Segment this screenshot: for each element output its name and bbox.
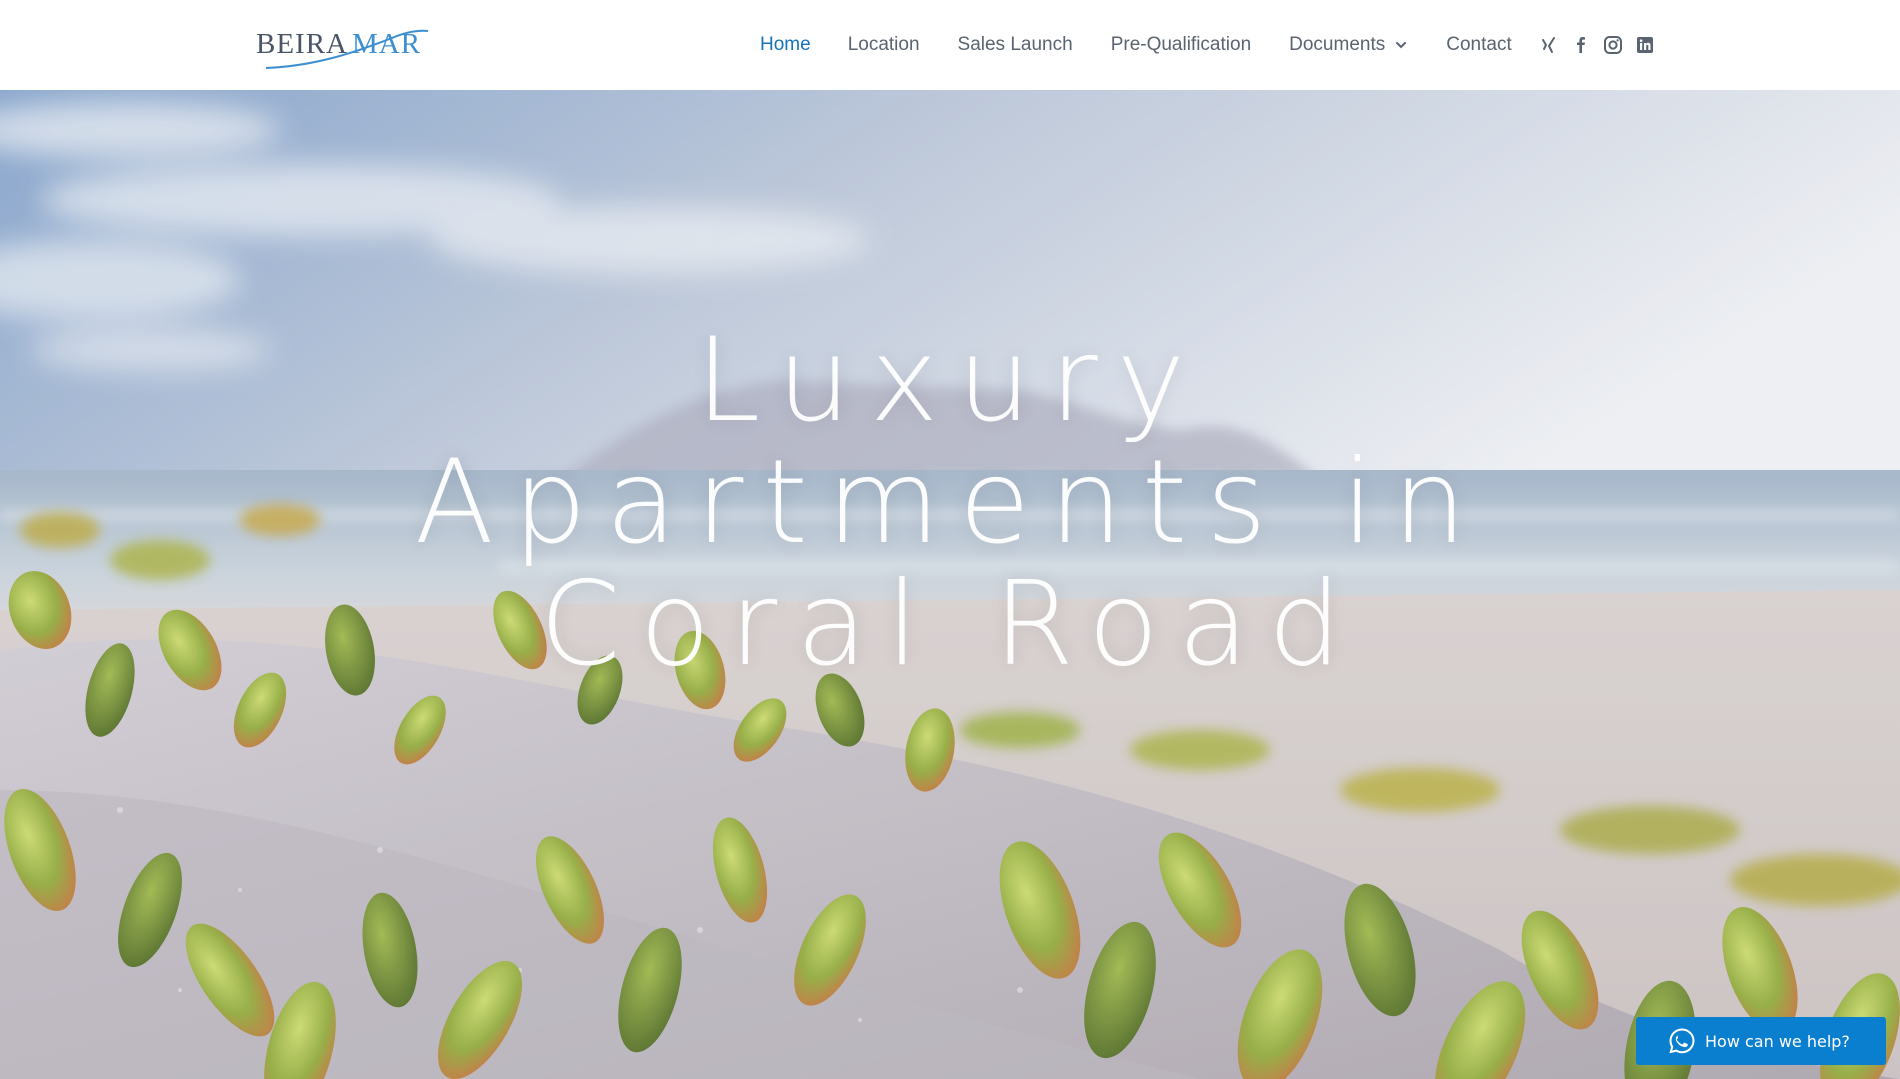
hero-section: Luxury Apartments in Coral Road xyxy=(0,90,1900,1079)
nav-pre-qualification[interactable]: Pre-Qualification xyxy=(1111,34,1251,56)
instagram-icon[interactable] xyxy=(1603,35,1623,55)
hero-title-line-1: Luxury xyxy=(695,313,1205,448)
social-links xyxy=(1539,35,1655,55)
xing-icon[interactable] xyxy=(1539,35,1559,55)
hero-title: Luxury Apartments in Coral Road xyxy=(0,320,1900,686)
logo-wordmark: BEIRA MAR xyxy=(256,30,421,59)
site-header: BEIRA MAR Home Location Sales Launch Pre-… xyxy=(0,0,1900,90)
nav-documents[interactable]: Documents xyxy=(1289,34,1408,56)
whatsapp-chat-button[interactable]: How can we help? xyxy=(1636,1017,1886,1065)
hero-title-line-2: Apartments in xyxy=(414,435,1486,570)
nav-documents-label: Documents xyxy=(1289,34,1386,55)
nav-home[interactable]: Home xyxy=(760,34,811,56)
chat-button-label: How can we help? xyxy=(1705,1031,1850,1051)
nav-contact[interactable]: Contact xyxy=(1446,34,1511,56)
chevron-down-icon xyxy=(1396,42,1407,49)
logo-text-beira: BEIRA xyxy=(256,28,348,60)
main-nav: Home Location Sales Launch Pre-Qualifica… xyxy=(760,30,1655,60)
whatsapp-icon xyxy=(1669,1028,1695,1054)
logo-text-mar: MAR xyxy=(352,28,422,60)
nav-sales-launch[interactable]: Sales Launch xyxy=(958,34,1073,56)
nav-location[interactable]: Location xyxy=(848,34,920,56)
beira-mar-logo[interactable]: BEIRA MAR xyxy=(256,16,432,72)
facebook-icon[interactable] xyxy=(1571,35,1591,55)
hero-title-line-3: Coral Road xyxy=(539,557,1361,692)
linkedin-icon[interactable] xyxy=(1635,35,1655,55)
